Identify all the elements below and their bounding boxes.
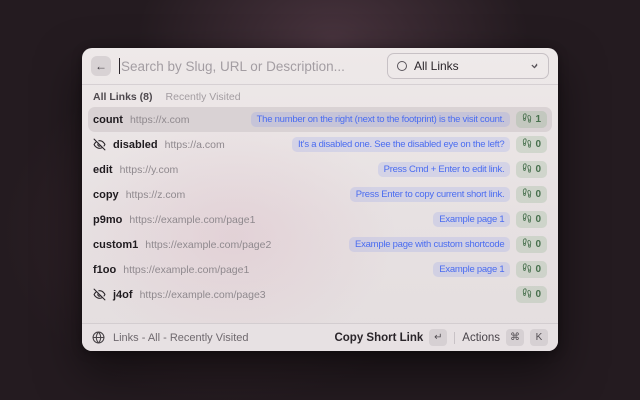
footprints-icon bbox=[522, 113, 532, 126]
section-recently-visited: Recently Visited bbox=[166, 91, 241, 103]
eye-off-icon bbox=[93, 288, 106, 301]
visit-count-badge: 0 bbox=[516, 286, 547, 303]
link-description-tag: Example page 1 bbox=[433, 212, 510, 227]
link-row-copy[interactable]: copy https://z.com Press Enter to copy c… bbox=[88, 182, 552, 207]
actions-menu-button[interactable]: Actions ⌘ K bbox=[462, 329, 548, 346]
text-cursor bbox=[119, 58, 120, 74]
visit-count-badge: 1 bbox=[516, 111, 547, 128]
link-slug: disabled bbox=[113, 139, 158, 151]
visit-count: 0 bbox=[535, 139, 541, 150]
section-all-links: All Links (8) bbox=[93, 91, 153, 103]
footprints-icon bbox=[522, 263, 532, 276]
link-row-f1oo[interactable]: f1oo https://example.com/page1 Example p… bbox=[88, 257, 552, 282]
link-row-j4of[interactable]: j4of https://example.com/page3 0 bbox=[88, 282, 552, 307]
link-description-tag: It's a disabled one. See the disabled ey… bbox=[292, 137, 510, 152]
footprints-icon bbox=[522, 288, 532, 301]
visit-count-badge: 0 bbox=[516, 136, 547, 153]
chevron-down-icon bbox=[530, 62, 539, 71]
filter-selected-value: All Links bbox=[414, 59, 459, 73]
link-description-tag: Press Enter to copy current short link. bbox=[350, 187, 511, 202]
section-header: All Links (8) Recently Visited bbox=[82, 85, 558, 106]
link-row-count[interactable]: count https://x.com The number on the ri… bbox=[88, 107, 552, 132]
footprints-icon bbox=[522, 213, 532, 226]
visit-count: 0 bbox=[535, 214, 541, 225]
link-slug: j4of bbox=[113, 289, 133, 301]
link-row-disabled[interactable]: disabled https://a.com It's a disabled o… bbox=[88, 132, 552, 157]
circle-icon bbox=[397, 61, 407, 71]
visit-count: 0 bbox=[535, 264, 541, 275]
back-icon: ← bbox=[95, 60, 107, 72]
launcher-window: ← All Links All Links (8) Recently Visit… bbox=[82, 48, 558, 351]
link-url: https://z.com bbox=[126, 189, 186, 201]
link-url: https://x.com bbox=[130, 114, 190, 126]
link-url: https://example.com/page3 bbox=[140, 289, 266, 301]
visit-count: 0 bbox=[535, 164, 541, 175]
visit-count: 0 bbox=[535, 239, 541, 250]
visit-count: 1 bbox=[535, 114, 541, 125]
link-url: https://a.com bbox=[165, 139, 225, 151]
footer-bar: Links - All - Recently Visited Copy Shor… bbox=[82, 323, 558, 351]
k-key-icon: K bbox=[530, 329, 548, 346]
link-url: https://example.com/page2 bbox=[145, 239, 271, 251]
eye-off-icon bbox=[93, 138, 106, 151]
breadcrumb: Links - All - Recently Visited bbox=[113, 332, 249, 344]
enter-key-icon: ↵ bbox=[429, 329, 447, 346]
link-slug: custom1 bbox=[93, 239, 138, 251]
primary-action-label: Copy Short Link bbox=[334, 332, 423, 344]
cmd-key-icon: ⌘ bbox=[506, 329, 524, 346]
link-slug: copy bbox=[93, 189, 119, 201]
back-button[interactable]: ← bbox=[91, 56, 111, 76]
link-slug: f1oo bbox=[93, 264, 116, 276]
footprints-icon bbox=[522, 188, 532, 201]
visit-count-badge: 0 bbox=[516, 161, 547, 178]
link-row-edit[interactable]: edit https://y.com Press Cmd + Enter to … bbox=[88, 157, 552, 182]
visit-count-badge: 0 bbox=[516, 211, 547, 228]
link-slug: count bbox=[93, 114, 123, 126]
link-url: https://y.com bbox=[120, 164, 179, 176]
links-list: count https://x.com The number on the ri… bbox=[82, 106, 558, 307]
visit-count-badge: 0 bbox=[516, 236, 547, 253]
visit-count: 0 bbox=[535, 289, 541, 300]
globe-icon bbox=[92, 331, 105, 344]
visit-count-badge: 0 bbox=[516, 186, 547, 203]
footprints-icon bbox=[522, 138, 532, 151]
visit-count-badge: 0 bbox=[516, 261, 547, 278]
link-description-tag: Press Cmd + Enter to edit link. bbox=[378, 162, 511, 177]
actions-label: Actions bbox=[462, 332, 500, 344]
link-description-tag: Example page 1 bbox=[433, 262, 510, 277]
filter-dropdown[interactable]: All Links bbox=[387, 53, 549, 79]
visit-count: 0 bbox=[535, 189, 541, 200]
search-input[interactable] bbox=[121, 59, 379, 74]
link-url: https://example.com/page1 bbox=[129, 214, 255, 226]
footprints-icon bbox=[522, 163, 532, 176]
search-bar: ← All Links bbox=[82, 48, 558, 84]
link-description-tag: The number on the right (next to the foo… bbox=[251, 112, 511, 127]
list-spacer bbox=[82, 307, 558, 323]
link-url: https://example.com/page1 bbox=[123, 264, 249, 276]
link-slug: p9mo bbox=[93, 214, 122, 226]
link-row-p9mo[interactable]: p9mo https://example.com/page1 Example p… bbox=[88, 207, 552, 232]
link-description-tag: Example page with custom shortcode bbox=[349, 237, 510, 252]
link-row-custom1[interactable]: custom1 https://example.com/page2 Exampl… bbox=[88, 232, 552, 257]
copy-short-link-action[interactable]: Copy Short Link ↵ bbox=[334, 329, 447, 346]
footer-separator bbox=[454, 332, 455, 344]
link-slug: edit bbox=[93, 164, 113, 176]
footprints-icon bbox=[522, 238, 532, 251]
search-field-wrap bbox=[119, 58, 379, 74]
